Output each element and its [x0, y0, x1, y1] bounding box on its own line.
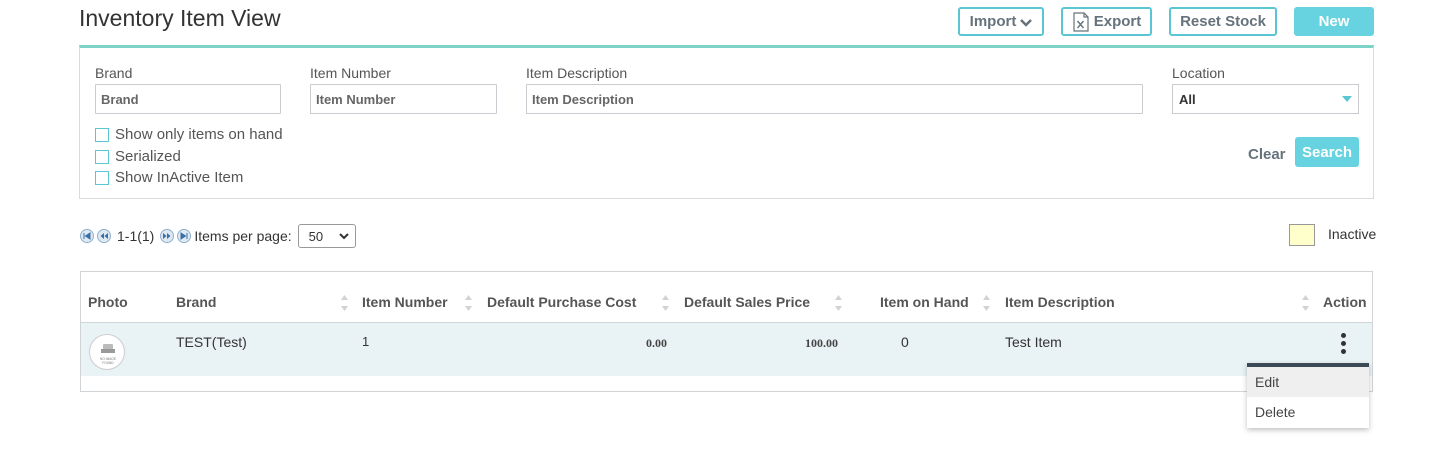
column-header-item-on-hand[interactable]: Item on Hand	[880, 294, 969, 310]
location-select[interactable]: All	[1172, 84, 1359, 114]
search-button[interactable]: Search	[1295, 137, 1359, 167]
export-label: Export	[1093, 13, 1142, 30]
menu-item-edit[interactable]: Edit	[1247, 367, 1369, 397]
dropdown-arrow-icon	[1342, 96, 1352, 102]
checkbox-icon[interactable]	[95, 127, 109, 142]
cell-default-purchase-cost: 0.00	[646, 336, 667, 350]
sort-icon[interactable]	[982, 293, 991, 313]
search-label: Search	[1301, 143, 1353, 161]
column-header-action: Action	[1323, 294, 1367, 310]
no-image-icon: NO IMAGE FOUND	[100, 344, 116, 365]
column-header-default-sales-price[interactable]: Default Sales Price	[684, 294, 810, 310]
inventory-grid: Photo Brand Item Number Default Purchase…	[80, 271, 1373, 392]
svg-text:FOUND: FOUND	[102, 361, 114, 365]
checkbox-show-on-hand[interactable]: Show only items on hand	[95, 126, 283, 143]
new-label: New	[1318, 13, 1350, 30]
item-description-label: Item Description	[526, 65, 628, 81]
brand-input[interactable]	[95, 84, 281, 114]
sort-icon[interactable]	[464, 293, 473, 313]
cell-item-on-hand: 0	[901, 334, 909, 350]
previous-page-icon[interactable]	[97, 229, 111, 243]
chevron-down-icon	[1020, 18, 1033, 27]
sort-icon[interactable]	[340, 293, 349, 313]
first-page-icon[interactable]	[80, 229, 94, 243]
pager: 1-1(1) Items per page: 50	[80, 224, 356, 248]
kebab-menu-icon[interactable]	[1341, 333, 1347, 354]
location-value: All	[1179, 92, 1196, 107]
excel-file-icon	[1073, 11, 1089, 32]
menu-item-delete[interactable]: Delete	[1247, 397, 1369, 427]
checkbox-show-inactive[interactable]: Show InActive Item	[95, 169, 243, 186]
location-label: Location	[1172, 65, 1225, 81]
cell-brand: TEST(Test)	[176, 334, 247, 350]
sort-icon[interactable]	[834, 293, 843, 313]
sort-icon[interactable]	[1301, 293, 1310, 313]
item-description-input[interactable]	[526, 84, 1143, 114]
import-label: Import	[969, 13, 1017, 30]
brand-label: Brand	[95, 65, 133, 81]
inactive-legend-swatch	[1289, 224, 1315, 246]
items-per-page-select[interactable]: 50	[297, 224, 356, 248]
checkbox-icon[interactable]	[95, 149, 109, 164]
item-number-input[interactable]	[310, 84, 497, 114]
cell-default-sales-price: 100.00	[805, 336, 838, 350]
column-header-brand[interactable]: Brand	[176, 294, 216, 310]
column-header-photo: Photo	[88, 294, 128, 310]
no-image-placeholder: NO IMAGE FOUND	[89, 334, 125, 370]
checkbox-label: Show only items on hand	[115, 126, 283, 143]
sort-icon[interactable]	[661, 293, 670, 313]
cell-item-number: 1	[362, 334, 370, 349]
checkbox-icon[interactable]	[95, 170, 109, 185]
reset-stock-label: Reset Stock	[1180, 13, 1266, 30]
inactive-legend-label: Inactive	[1328, 226, 1377, 242]
items-per-page-value: 50	[308, 228, 324, 244]
new-button[interactable]: New	[1294, 7, 1374, 36]
item-number-label: Item Number	[310, 65, 391, 81]
checkbox-label: Serialized	[115, 148, 181, 165]
filter-panel: Brand Item Number Item Description Locat…	[79, 45, 1374, 199]
next-page-icon[interactable]	[160, 229, 175, 243]
import-button[interactable]: Import	[958, 7, 1044, 36]
chevron-down-icon	[338, 233, 349, 240]
table-row: NO IMAGE FOUND TEST(Test) 1 0.00 100.00 …	[81, 323, 1372, 376]
export-button[interactable]: Export	[1061, 7, 1152, 36]
page-title: Inventory Item View	[79, 5, 281, 31]
page-range: 1-1(1)	[117, 228, 155, 244]
last-page-icon[interactable]	[177, 229, 192, 243]
column-header-default-purchase-cost[interactable]: Default Purchase Cost	[487, 294, 636, 310]
column-header-item-number[interactable]: Item Number	[362, 294, 448, 310]
cell-item-description: Test Item	[1005, 334, 1062, 350]
items-per-page-label: Items per page:	[194, 228, 292, 244]
reset-stock-button[interactable]: Reset Stock	[1169, 7, 1277, 36]
clear-link[interactable]: Clear	[1248, 146, 1286, 163]
action-dropdown-menu: Edit Delete	[1247, 363, 1369, 428]
checkbox-serialized[interactable]: Serialized	[95, 148, 181, 165]
checkbox-label: Show InActive Item	[115, 169, 244, 186]
column-header-item-description[interactable]: Item Description	[1005, 294, 1115, 310]
